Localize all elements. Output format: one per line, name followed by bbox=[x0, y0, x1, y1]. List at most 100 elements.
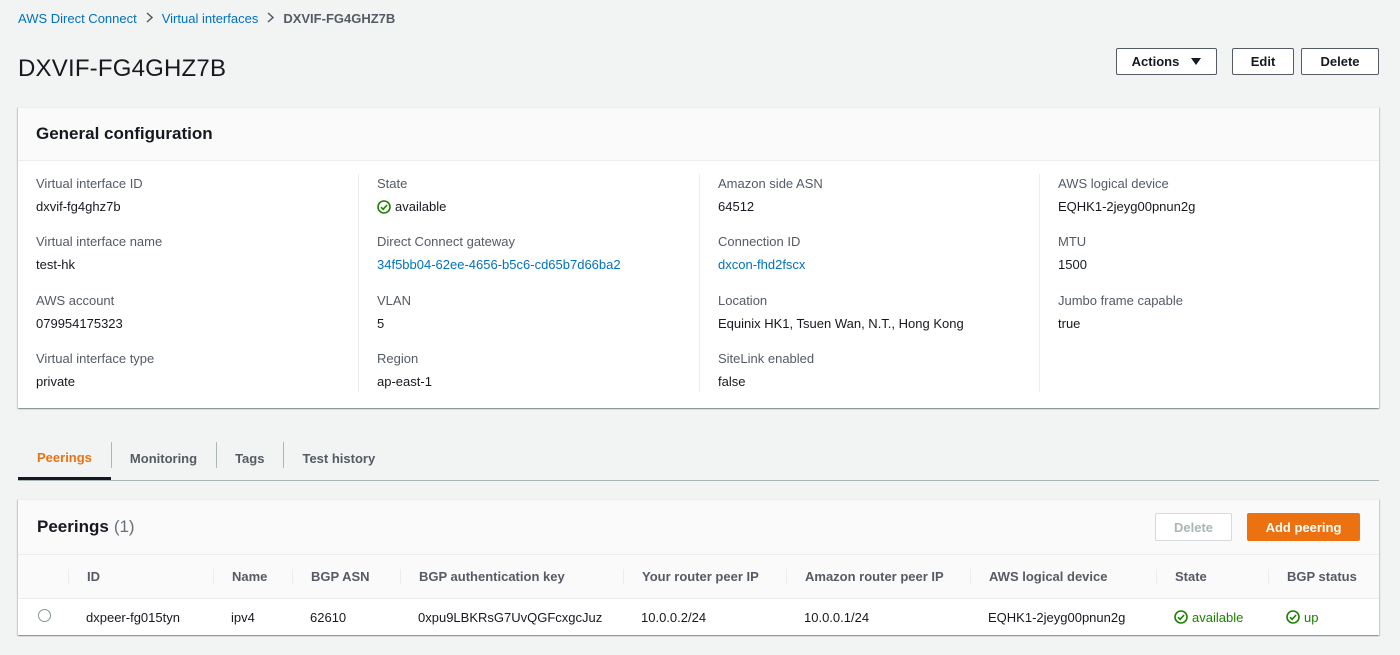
field-value: 64512 bbox=[718, 199, 755, 214]
status-success-icon bbox=[1286, 610, 1300, 624]
cell-auth-key: 0xpu9LBKRsG7UvQGFcxgcJuz bbox=[418, 609, 603, 625]
config-column-1: Virtual interface ID dxvif-fg4ghz7b Virt… bbox=[18, 174, 358, 392]
field-label: MTU bbox=[1058, 234, 1087, 249]
cell-logical-device: EQHK1-2jeyg00pnun2g bbox=[988, 609, 1126, 625]
field-label: Region bbox=[377, 351, 419, 366]
jumbo-frame-capable-field: Jumbo frame capable true bbox=[1058, 293, 1183, 331]
column-header-bgp-asn[interactable]: BGP ASN bbox=[292, 555, 400, 599]
column-header-name[interactable]: Name bbox=[213, 555, 292, 599]
field-label: Connection ID bbox=[718, 234, 801, 249]
cell-name: ipv4 bbox=[231, 609, 255, 625]
region-field: Region ap-east-1 bbox=[377, 351, 432, 389]
field-label: VLAN bbox=[377, 293, 411, 308]
config-column-3: Amazon side ASN 64512 Connection ID dxco… bbox=[699, 174, 1040, 392]
cell-state: available bbox=[1156, 599, 1268, 636]
peerings-title-text: Peerings bbox=[37, 517, 109, 536]
cell-id: dxpeer-fg015tyn bbox=[86, 609, 180, 625]
column-header-amazon-router-peer-ip[interactable]: Amazon router peer IP bbox=[786, 555, 970, 599]
field-value: dxvif-fg4ghz7b bbox=[36, 199, 121, 214]
panel-header: General configuration bbox=[18, 108, 1379, 161]
cell-amazon-ip: 10.0.0.1/24 bbox=[804, 609, 870, 625]
state-field: State available bbox=[377, 176, 446, 214]
tab-peerings[interactable]: Peerings bbox=[18, 437, 111, 480]
tab-monitoring[interactable]: Monitoring bbox=[110, 437, 216, 480]
tab-tags[interactable]: Tags bbox=[216, 437, 283, 480]
sitelink-enabled-field: SiteLink enabled false bbox=[718, 351, 814, 389]
field-label: Virtual interface ID bbox=[36, 176, 143, 191]
virtual-interface-name-field: Virtual interface name test-hk bbox=[36, 234, 162, 272]
config-column-4: AWS logical device EQHK1-2jeyg00pnun2g M… bbox=[1039, 174, 1380, 392]
page-title: DXVIF-FG4GHZ7B bbox=[18, 55, 227, 82]
field-value: 1500 bbox=[1058, 257, 1087, 272]
general-configuration-panel: General configuration Virtual interface … bbox=[18, 107, 1379, 408]
vlan-field: VLAN 5 bbox=[377, 293, 411, 331]
peerings-title: Peerings (1) bbox=[37, 517, 135, 537]
state-status: available bbox=[377, 199, 446, 214]
field-label: Amazon side ASN bbox=[718, 176, 823, 191]
direct-connect-gateway-link[interactable]: 34f5bb04-62ee-4656-b5c6-cd65b7d66ba2 bbox=[377, 257, 621, 272]
configuration-grid: Virtual interface ID dxvif-fg4ghz7b Virt… bbox=[18, 174, 1379, 392]
field-label: SiteLink enabled bbox=[718, 351, 815, 366]
amazon-side-asn-field: Amazon side ASN 64512 bbox=[718, 176, 823, 214]
status-success-icon bbox=[1174, 610, 1188, 624]
tab-bar: Peerings Monitoring Tags Test history bbox=[18, 437, 1379, 481]
peerings-header: Peerings (1) Delete Add peering bbox=[18, 500, 1379, 554]
state-value: available bbox=[395, 199, 447, 214]
actions-label: Actions bbox=[1131, 54, 1180, 69]
table-row[interactable]: dxpeer-fg015tyn ipv4 62610 0xpu9LBKRsG7U… bbox=[18, 599, 1379, 636]
general-configuration-title: General configuration bbox=[36, 124, 213, 143]
peerings-panel: Peerings (1) Delete Add peering ID Name B… bbox=[18, 499, 1379, 635]
field-label: Direct Connect gateway bbox=[377, 234, 516, 249]
column-header-state[interactable]: State bbox=[1156, 555, 1268, 599]
field-value: 5 bbox=[377, 316, 385, 331]
field-label: Jumbo frame capable bbox=[1058, 293, 1184, 308]
field-value: true bbox=[1058, 316, 1081, 331]
connection-id-link[interactable]: dxcon-fhd2fscx bbox=[718, 257, 805, 272]
delete-button[interactable]: Delete bbox=[1301, 48, 1379, 75]
column-header-aws-logical-device[interactable]: AWS logical device bbox=[970, 555, 1156, 599]
breadcrumb-link-virtual-interfaces[interactable]: Virtual interfaces bbox=[162, 11, 259, 26]
edit-button[interactable]: Edit bbox=[1232, 48, 1294, 75]
cell-your-ip: 10.0.0.2/24 bbox=[641, 609, 707, 625]
state-value: available bbox=[1192, 609, 1244, 625]
delete-peering-button[interactable]: Delete bbox=[1155, 513, 1232, 541]
peerings-count: (1) bbox=[113, 517, 135, 536]
cell-bgp-asn: 62610 bbox=[310, 609, 347, 625]
chevron-right-icon bbox=[146, 11, 153, 26]
field-label: State bbox=[377, 176, 408, 191]
breadcrumb-link-direct-connect[interactable]: AWS Direct Connect bbox=[18, 11, 137, 26]
bgp-status-value: up bbox=[1304, 609, 1319, 625]
peerings-table: ID Name BGP ASN BGP authentication key Y… bbox=[18, 554, 1379, 635]
breadcrumb-current: DXVIF-FG4GHZ7B bbox=[283, 11, 396, 26]
breadcrumb: AWS Direct Connect Virtual interfaces DX… bbox=[18, 11, 395, 26]
column-header-your-router-peer-ip[interactable]: Your router peer IP bbox=[623, 555, 786, 599]
config-column-2: State available Direct Connect gateway 3… bbox=[358, 174, 699, 392]
cell-bgp-status: up bbox=[1268, 599, 1379, 636]
field-value: false bbox=[718, 374, 746, 389]
connection-id-field: Connection ID dxcon-fhd2fscx bbox=[718, 234, 805, 272]
field-value: private bbox=[36, 374, 76, 389]
column-header-id[interactable]: ID bbox=[68, 555, 213, 599]
field-value: Equinix HK1, Tsuen Wan, N.T., Hong Kong bbox=[718, 316, 964, 331]
field-value: EQHK1-2jeyg00pnun2g bbox=[1058, 199, 1196, 214]
field-label: Location bbox=[718, 293, 768, 308]
tab-test-history[interactable]: Test history bbox=[283, 437, 394, 480]
field-label: AWS account bbox=[36, 293, 115, 308]
caret-down-icon bbox=[1191, 58, 1202, 65]
virtual-interface-id-field: Virtual interface ID dxvif-fg4ghz7b bbox=[36, 176, 143, 214]
column-header-bgp-status[interactable]: BGP status bbox=[1268, 555, 1379, 599]
location-field: Location Equinix HK1, Tsuen Wan, N.T., H… bbox=[718, 293, 964, 331]
select-column-header bbox=[18, 555, 68, 599]
aws-account-field: AWS account 079954175323 bbox=[36, 293, 123, 331]
table-header-row: ID Name BGP ASN BGP authentication key Y… bbox=[18, 554, 1379, 599]
aws-logical-device-field: AWS logical device EQHK1-2jeyg00pnun2g bbox=[1058, 176, 1195, 214]
actions-dropdown-button[interactable]: Actions bbox=[1116, 48, 1217, 75]
column-header-bgp-auth-key[interactable]: BGP authentication key bbox=[400, 555, 623, 599]
add-peering-button[interactable]: Add peering bbox=[1247, 513, 1360, 541]
field-label: Virtual interface type bbox=[36, 351, 155, 366]
field-value: 079954175323 bbox=[36, 316, 123, 331]
field-label: AWS logical device bbox=[1058, 176, 1169, 191]
field-value: ap-east-1 bbox=[377, 374, 432, 389]
field-value: test-hk bbox=[36, 257, 76, 272]
row-select-radio[interactable] bbox=[38, 609, 51, 622]
